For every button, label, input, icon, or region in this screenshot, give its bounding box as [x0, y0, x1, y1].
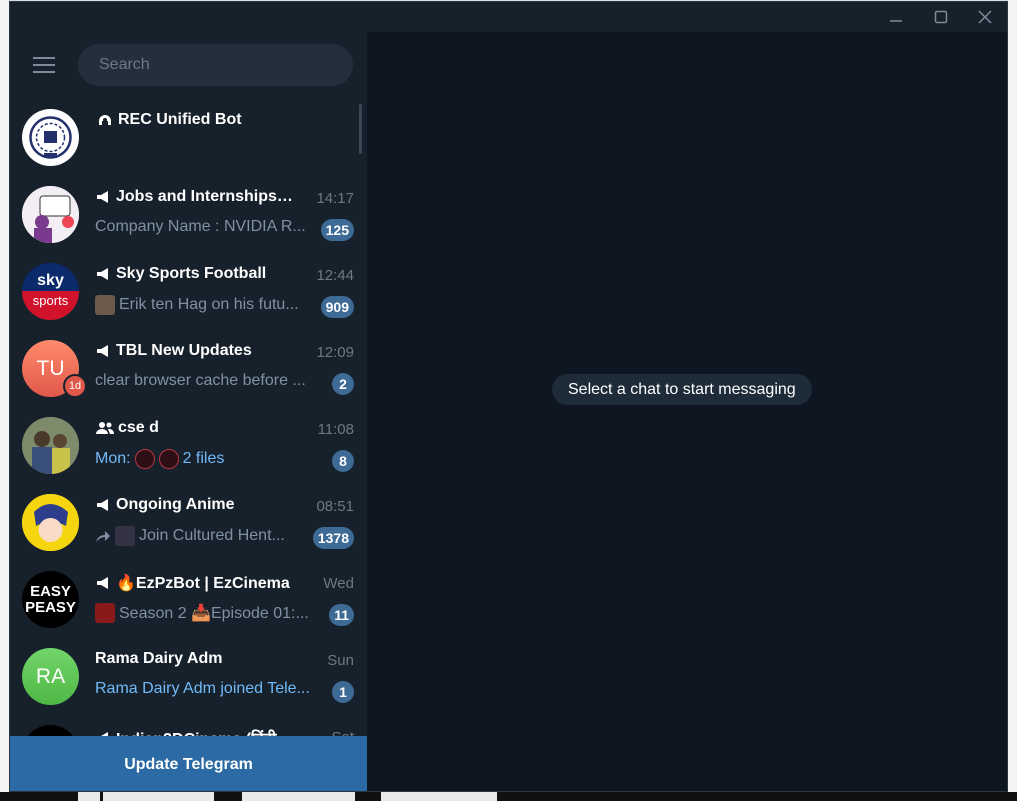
- svg-text:sky: sky: [37, 272, 64, 289]
- photo-thumbnail: [95, 603, 115, 623]
- desktop-background-left: [0, 0, 9, 801]
- unread-badge: 1378: [312, 527, 354, 549]
- minimize-icon[interactable]: [874, 2, 918, 32]
- channel-icon: [96, 190, 112, 204]
- chat-list-scrollbar[interactable]: [359, 104, 362, 154]
- chat-preview: Join Cultured Hent...: [95, 526, 300, 546]
- avatar: [22, 494, 79, 551]
- chat-item-cse-d[interactable]: cse d 11:08 Mon: 2 files 8: [10, 409, 360, 486]
- title-bar: [10, 2, 1007, 32]
- avatar: RA: [22, 648, 79, 705]
- chat-title: Ongoing Anime: [96, 496, 296, 514]
- chat-title: REC Unified Bot: [96, 111, 296, 129]
- chat-preview: clear browser cache before ...: [95, 372, 306, 389]
- chat-item-rama-dairy-adm[interactable]: RA Rama Dairy Adm Sun Rama Dairy Adm joi…: [10, 640, 360, 717]
- group-icon: [96, 421, 114, 435]
- chat-title: TBL New Updates: [96, 342, 296, 360]
- unread-badge: 1: [332, 681, 354, 703]
- chat-time: 11:08: [317, 421, 354, 438]
- empty-state-message: Select a chat to start messaging: [552, 374, 812, 405]
- desktop-background-bottom: [0, 792, 1017, 801]
- maximize-icon[interactable]: [919, 2, 963, 32]
- channel-icon: [96, 344, 112, 358]
- chat-time: 12:09: [316, 344, 354, 361]
- chat-title: Jobs and Internships U...: [96, 188, 296, 206]
- chat-time: 08:51: [316, 498, 354, 515]
- unread-badge: 125: [320, 219, 354, 241]
- chat-item-ongoing-anime[interactable]: Ongoing Anime 08:51 Join Cultured Hent..…: [10, 486, 360, 563]
- unread-badge: 2: [332, 373, 354, 395]
- avatar: [22, 109, 79, 166]
- svg-text:sports: sports: [33, 293, 69, 308]
- update-telegram-button[interactable]: Update Telegram: [10, 736, 367, 791]
- chat-time: 12:44: [316, 267, 354, 284]
- chat-item-indian3dcinema[interactable]: Indian3DCinema (हिंदी कि Sat: [10, 717, 360, 737]
- chat-preview: Rama Dairy Adm joined Tele...: [95, 680, 310, 697]
- avatar: [22, 417, 79, 474]
- photo-thumbnail: [115, 526, 135, 546]
- chat-title: 🔥EzPzBot | EzCinema: [96, 573, 296, 593]
- chat-preview: Company Name : NVIDIA R...: [95, 218, 306, 235]
- avatar: [22, 186, 79, 243]
- chat-preview: Season 2 📥Episode 01:...: [95, 603, 313, 623]
- file-thumbnail: [134, 449, 155, 469]
- unread-badge: 8: [332, 450, 354, 472]
- search-input[interactable]: Search: [78, 44, 353, 86]
- chat-item-rec-unified-bot[interactable]: REC Unified Bot: [10, 101, 360, 178]
- chat-time: 14:17: [316, 190, 354, 207]
- auto-delete-timer-icon: 1d: [63, 374, 87, 398]
- chat-title: cse d: [96, 419, 296, 437]
- forward-icon: [95, 529, 111, 543]
- desktop-background-right: [1008, 0, 1017, 801]
- chat-preview: Mon: 2 files: [95, 449, 225, 469]
- chat-item-sky-sports-football[interactable]: sky sports Sky Sports Football 12:44 Eri…: [10, 255, 360, 332]
- hamburger-menu-icon[interactable]: [24, 50, 64, 80]
- sidebar: Search REC Unified Bot Jobs and Internsh…: [10, 32, 367, 791]
- avatar: sky sports: [22, 263, 79, 320]
- chat-time: Sun: [327, 652, 354, 669]
- bot-icon: [96, 112, 114, 128]
- chat-time: Wed: [323, 575, 354, 592]
- chat-preview: Erik ten Hag on his futu...: [95, 295, 313, 315]
- chat-title: Sky Sports Football: [96, 265, 296, 283]
- unread-badge: 909: [320, 296, 354, 318]
- unread-badge: 11: [329, 604, 354, 626]
- photo-thumbnail: [95, 295, 115, 315]
- chat-list: REC Unified Bot Jobs and Internships U..…: [10, 101, 367, 737]
- chat-item-tbl-new-updates[interactable]: TU 1d TBL New Updates 12:09 clear browse…: [10, 332, 360, 409]
- avatar: EASY PEASY: [22, 571, 79, 628]
- telegram-window: Search REC Unified Bot Jobs and Internsh…: [9, 1, 1008, 792]
- chat-item-jobs-internships[interactable]: Jobs and Internships U... 14:17 Company …: [10, 178, 360, 255]
- close-icon[interactable]: [963, 2, 1007, 32]
- main-chat-area: Select a chat to start messaging: [367, 32, 1007, 791]
- file-thumbnail: [158, 449, 179, 469]
- channel-icon: [96, 267, 112, 281]
- channel-icon: [96, 576, 112, 590]
- chat-title: Rama Dairy Adm: [95, 650, 223, 667]
- channel-icon: [96, 498, 112, 512]
- chat-item-ezpzbot[interactable]: EASY PEASY 🔥EzPzBot | EzCinema Wed Seaso…: [10, 563, 360, 640]
